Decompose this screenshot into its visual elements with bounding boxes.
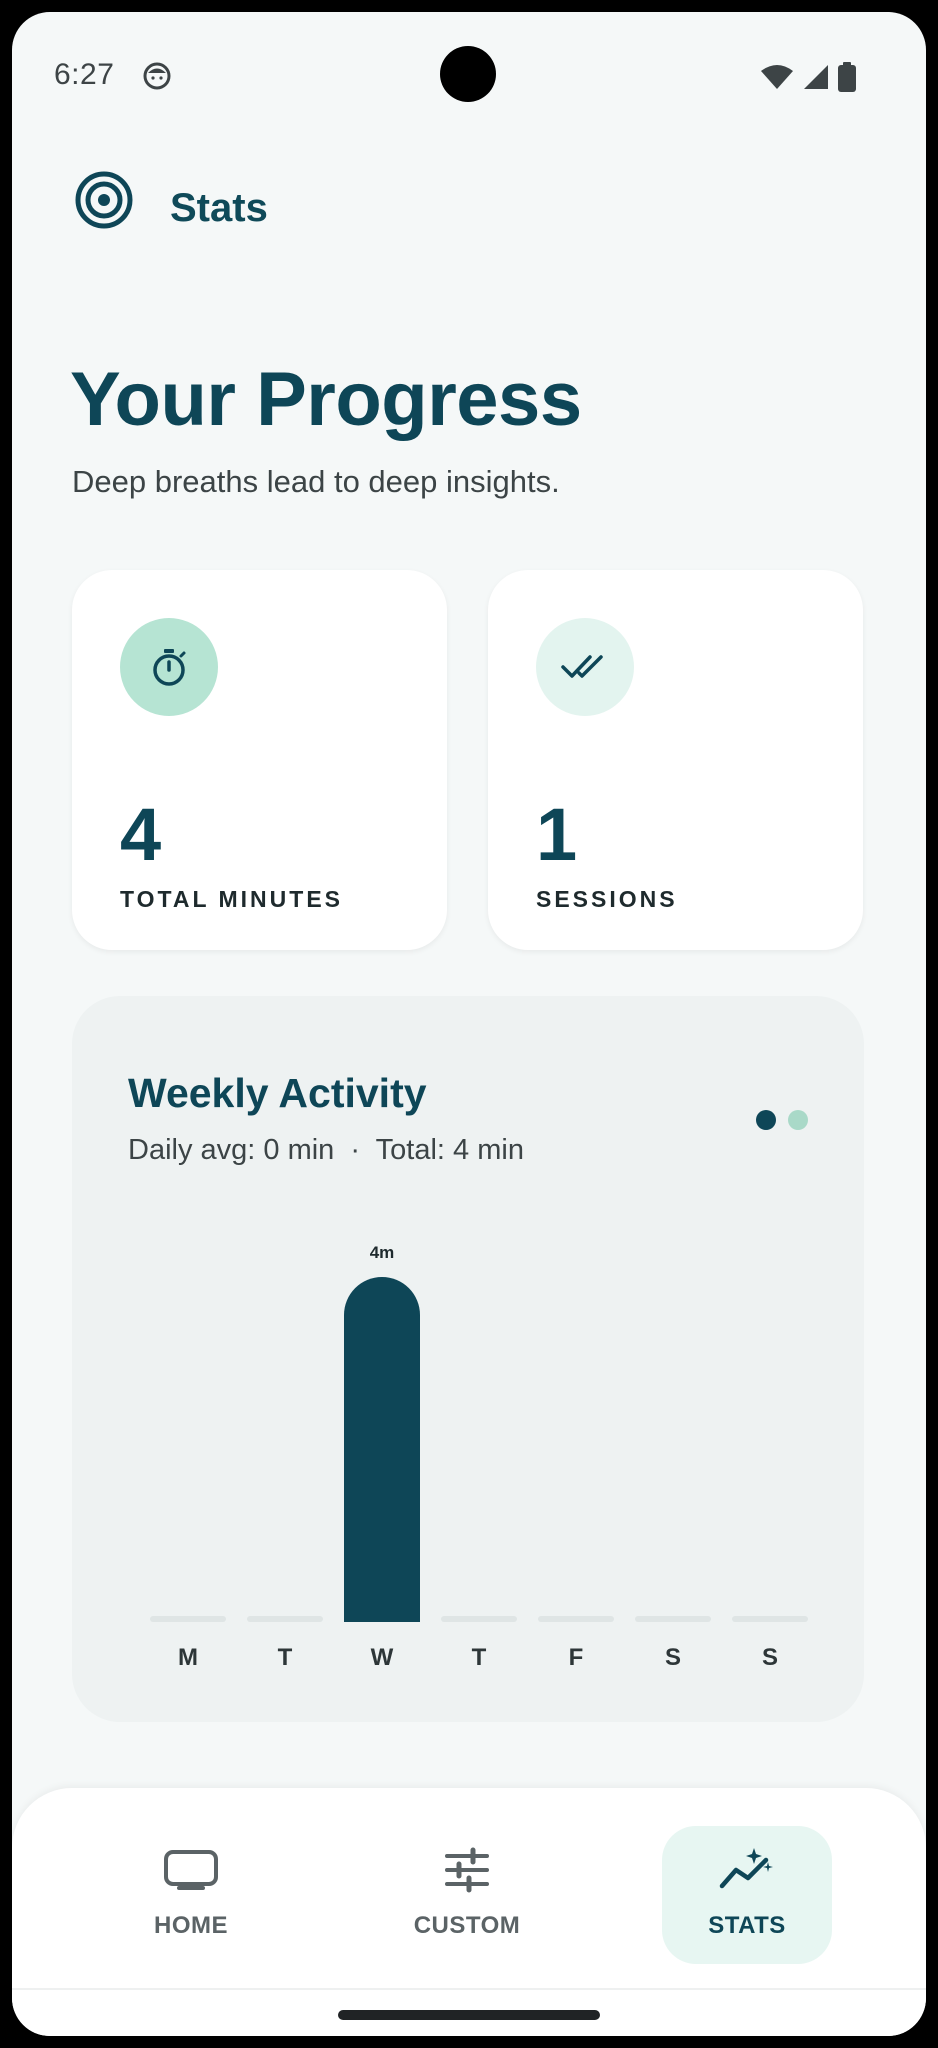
- total-minutes-value: 4: [120, 793, 162, 876]
- sessions-value: 1: [536, 793, 578, 876]
- bar-baseline: [732, 1616, 808, 1622]
- wifi-icon: [760, 63, 794, 96]
- page-subtitle: Deep breaths lead to deep insights.: [72, 464, 560, 499]
- tv-icon: [163, 1846, 219, 1895]
- target-icon: [74, 170, 134, 235]
- phone-screen: 6:27 Stats Your Progress Deep breaths le…: [12, 12, 926, 2036]
- sessions-label: SESSIONS: [536, 886, 678, 912]
- page-title: Your Progress: [70, 357, 582, 442]
- bar-value-label: 4m: [369, 1243, 395, 1262]
- day-label: M: [178, 1644, 198, 1671]
- sparkle-trend-icon: [718, 1846, 776, 1897]
- day-label: S: [664, 1644, 681, 1671]
- total-minutes-card: 4 TOTAL MINUTES: [72, 570, 447, 950]
- nav-custom-label: CUSTOM: [413, 1912, 521, 1939]
- bar-baseline: [150, 1616, 226, 1622]
- status-icons: [760, 62, 856, 97]
- weekly-bar-chart: M T 4m W T F S S: [72, 996, 864, 1722]
- weekly-activity-card: Weekly Activity Daily avg: 0 min · Total…: [72, 996, 864, 1722]
- day-label: S: [761, 1644, 778, 1671]
- notification-face-icon: [142, 61, 172, 96]
- nav-home[interactable]: HOME: [106, 1826, 276, 1964]
- day-label: F: [568, 1644, 584, 1671]
- front-camera: [440, 46, 496, 102]
- nav-home-label: HOME: [154, 1912, 228, 1939]
- nav-stats-label: STATS: [708, 1912, 786, 1939]
- double-check-icon: [536, 618, 634, 716]
- day-label: W: [370, 1644, 394, 1671]
- battery-icon: [838, 62, 856, 97]
- bar-baseline: [247, 1616, 323, 1622]
- timer-icon: [120, 618, 218, 716]
- activity-bar[interactable]: [344, 1277, 420, 1622]
- sessions-card: 1 SESSIONS: [488, 570, 863, 950]
- bar-baseline: [538, 1616, 614, 1622]
- day-label: T: [471, 1644, 487, 1671]
- nav-custom[interactable]: CUSTOM: [382, 1826, 552, 1964]
- nav-divider: [12, 1988, 926, 1990]
- status-time: 6:27: [54, 58, 115, 91]
- bar-baseline: [441, 1616, 517, 1622]
- bar-baseline: [635, 1616, 711, 1622]
- total-minutes-label: TOTAL MINUTES: [120, 886, 343, 912]
- app-title: Stats: [170, 186, 268, 230]
- home-indicator[interactable]: [338, 2010, 600, 2020]
- signal-icon: [802, 63, 830, 96]
- nav-stats[interactable]: STATS: [662, 1826, 832, 1964]
- sliders-icon: [443, 1846, 491, 1899]
- bottom-navigation: HOME CUSTOM STATS: [12, 1788, 926, 2036]
- day-label: T: [277, 1644, 293, 1671]
